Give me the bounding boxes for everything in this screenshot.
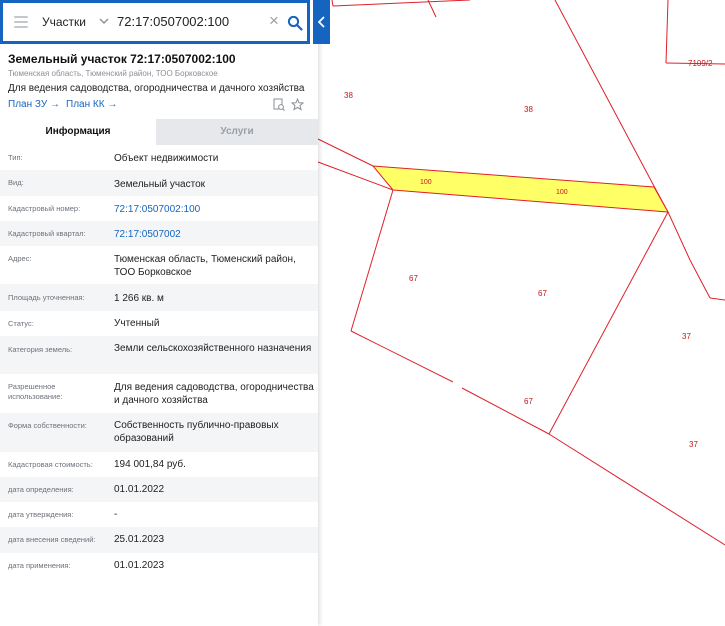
attribute-row: Форма собственности: Собственность публи…	[0, 413, 318, 452]
attribute-value: Тюменская область, Тюменский район, ТОО …	[114, 254, 296, 278]
attribute-row: Адрес: Тюменская область, Тюменский райо…	[0, 246, 318, 284]
map-label: 38	[524, 105, 533, 114]
attribute-label: Площадь уточненная:	[8, 293, 85, 302]
attribute-value: -	[114, 509, 118, 520]
map-label: 37	[689, 440, 698, 449]
parcel-boundary	[554, 0, 656, 189]
star-icon[interactable]	[291, 98, 304, 111]
map-label: 37	[682, 332, 691, 341]
attribute-label: Тип:	[8, 153, 23, 162]
search-bar: Участки 72:17:0507002:100 ×	[0, 0, 310, 44]
attribute-label: Адрес:	[8, 254, 32, 263]
map-label: 67	[409, 274, 418, 283]
parcel-boundary	[350, 330, 454, 383]
search-input[interactable]: 72:17:0507002:100	[117, 14, 229, 29]
parcel-boundary	[331, 0, 334, 7]
parcel-boundary	[548, 433, 725, 546]
tab-services[interactable]: Услуги	[156, 119, 318, 145]
cadastral-quarter-link[interactable]: 72:17:0507002	[114, 228, 314, 241]
attribute-label: Кадастровый номер:	[8, 204, 81, 213]
menu-icon[interactable]	[14, 16, 28, 28]
attribute-row: дата внесения сведений: 25.01.2023	[0, 527, 318, 553]
plan-kk-link[interactable]: План КК →	[66, 99, 117, 110]
tab-bar: Информация Услуги	[0, 119, 318, 145]
map-label: 100	[556, 189, 568, 196]
attribute-value: Земли сельскохозяйственного назначения	[114, 343, 312, 354]
parcel-boundary	[350, 189, 394, 332]
map-label: 67	[524, 397, 533, 406]
attribute-label: Вид:	[8, 178, 24, 187]
attribute-value: Земельный участок	[114, 179, 206, 190]
parcel-boundary	[427, 0, 437, 18]
attribute-label: дата определения:	[8, 485, 74, 494]
parcel-boundary	[709, 297, 725, 301]
attribute-value: 1 266 кв. м	[114, 293, 164, 304]
attribute-row: Кадастровая стоимость: 194 001,84 руб.	[0, 452, 318, 477]
attribute-row: дата определения: 01.01.2022	[0, 477, 318, 502]
attribute-label: Статус:	[8, 319, 34, 328]
attribute-label: Кадастровый квартал:	[8, 229, 86, 238]
attribute-row: Площадь уточненная: 1 266 кв. м	[0, 284, 318, 311]
attribute-value: Объект недвижимости	[114, 153, 219, 164]
parcel-boundary	[317, 138, 374, 167]
attribute-row: Вид: Земельный участок	[0, 170, 318, 196]
attribute-value: 194 001,84 руб.	[114, 459, 186, 470]
parcel-boundary	[332, 0, 471, 7]
attribute-value: 01.01.2023	[114, 560, 165, 571]
attribute-label: Кадастровая стоимость:	[8, 460, 93, 469]
layer-select[interactable]: Участки	[42, 15, 86, 29]
attribute-row: Кадастровый номер: 72:17:0507002:100	[0, 196, 318, 221]
attribute-value: Собственность публично-правовых образова…	[114, 420, 279, 444]
chevron-down-icon[interactable]	[99, 17, 109, 25]
attribute-row: Категория земель: Земли сельскохозяйстве…	[0, 336, 318, 374]
map-label: 7109/2	[688, 59, 713, 68]
attribute-value: Учтенный	[114, 318, 160, 329]
clear-icon[interactable]: ×	[269, 12, 279, 30]
chevron-left-icon	[318, 16, 325, 28]
attribute-label: дата утверждения:	[8, 510, 74, 519]
attribute-value: 25.01.2023	[114, 534, 165, 545]
attribute-value: 01.01.2022	[114, 484, 165, 495]
selected-parcel-highlight[interactable]	[371, 165, 669, 213]
attribute-row: Тип: Объект недвижимости	[0, 145, 318, 170]
collapse-panel-button[interactable]	[313, 0, 330, 44]
object-address: Тюменская область, Тюменский район, ТОО …	[8, 69, 218, 78]
attribute-row: дата утверждения: -	[0, 502, 318, 527]
attribute-label: Категория земель:	[8, 345, 73, 354]
attribute-value: Для ведения садоводства, огородничества …	[114, 382, 314, 406]
parcel-boundary	[548, 211, 669, 435]
object-permitted-use: Для ведения садоводства, огородничества …	[8, 83, 305, 94]
plan-zu-link[interactable]: План ЗУ →	[8, 99, 60, 110]
parcel-boundary	[689, 259, 711, 299]
map-label: 67	[538, 289, 547, 298]
info-panel: Участки 72:17:0507002:100 × Земельный уч…	[0, 0, 318, 626]
parcel-boundary	[665, 0, 669, 64]
attribute-row: Статус: Учтенный	[0, 311, 318, 336]
attribute-label: Разрешенное использование:	[8, 382, 63, 401]
map-label: 38	[344, 91, 353, 100]
parcel-boundary	[667, 211, 691, 261]
attribute-row: дата применения: 01.01.2023	[0, 553, 318, 578]
attribute-label: дата внесения сведений:	[8, 535, 96, 544]
cadastral-number-link[interactable]: 72:17:0507002:100	[114, 203, 314, 216]
print-icon[interactable]	[273, 98, 285, 111]
parcel-boundary	[461, 387, 550, 435]
attribute-row: Кадастровый квартал: 72:17:0507002	[0, 221, 318, 246]
object-title: Земельный участок 72:17:0507002:100	[8, 52, 236, 66]
attribute-label: дата применения:	[8, 561, 71, 570]
search-icon[interactable]	[287, 15, 303, 31]
attribute-row: Разрешенное использование: Для ведения с…	[0, 374, 318, 413]
attribute-label: Форма собственности:	[8, 421, 87, 430]
tab-info[interactable]: Информация	[0, 119, 156, 145]
map-label: 100	[420, 179, 432, 186]
